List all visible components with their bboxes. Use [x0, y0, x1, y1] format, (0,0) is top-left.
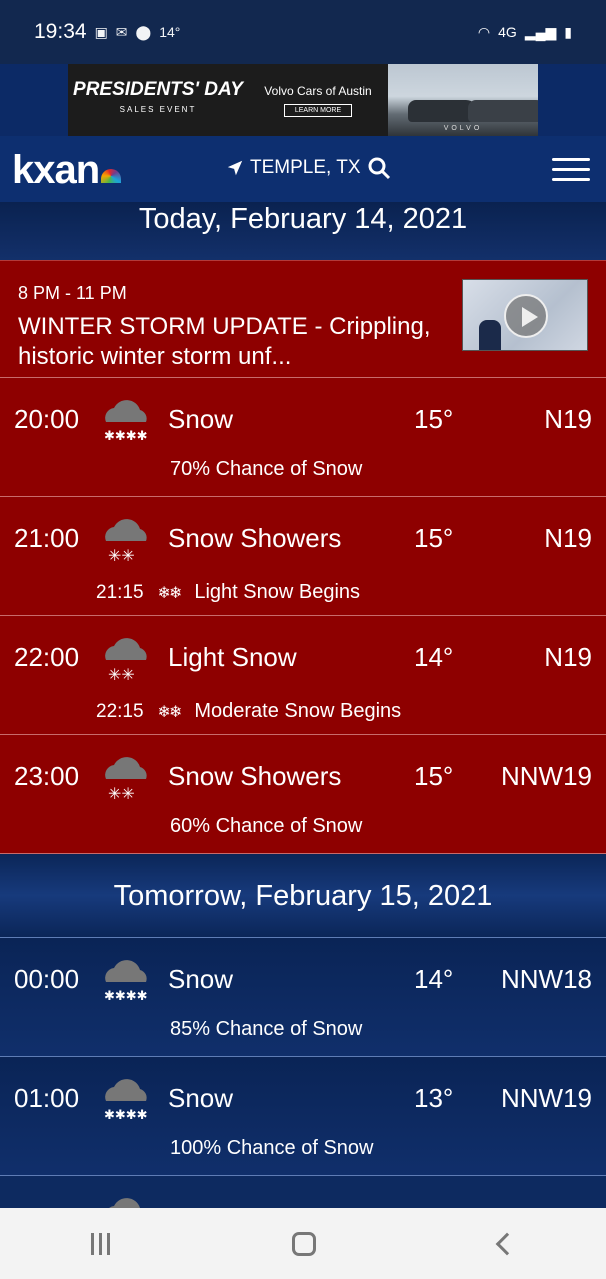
app-header: kxan TEMPLE, TX — [0, 136, 606, 202]
storm-update-card[interactable]: 8 PM - 11 PM WINTER STORM UPDATE - Cripp… — [0, 260, 606, 378]
status-bar: 19:34 ▣ ✉ ⬤ 14° ◠ 4G ▂▄▆ ▮ — [0, 0, 606, 64]
hour-precip-chance: 85% Chance of Snow — [170, 1018, 363, 1040]
battery-icon: ▮ — [564, 23, 572, 40]
status-time: 19:34 — [34, 20, 87, 43]
home-icon[interactable] — [292, 1231, 317, 1256]
event-time: 22:15 — [96, 700, 144, 722]
kxan-notification-icon: ▣ — [94, 23, 108, 40]
ad-advertiser-block: Volvo Cars of Austin LEARN MORE — [248, 84, 388, 117]
cloud-icon — [109, 1198, 140, 1208]
hour-temp: 13° — [414, 1083, 454, 1113]
ad-creative[interactable]: PRESIDENTS' DAY SALES EVENT Volvo Cars o… — [68, 64, 538, 136]
hour-row[interactable]: 01:00 ✱✱✱✱ Snow 13° NNW19 100% Chance of… — [0, 1057, 606, 1176]
day-header-tomorrow: Tomorrow, February 15, 2021 — [0, 854, 606, 938]
event-text: Moderate Snow Begins — [194, 700, 402, 722]
ad-car-image: VOLVO — [388, 64, 538, 136]
snow-icon: ✱✱✱✱ — [104, 960, 148, 1003]
hour-condition: Snow Showers — [168, 523, 342, 553]
hour-condition: Snow — [168, 964, 234, 994]
tomorrow-section: 00:00 ✱✱✱✱ Snow 14° NNW18 85% Chance of … — [0, 938, 606, 1208]
search-icon[interactable] — [367, 156, 391, 180]
hour-event: 21:15 ❄❄ Light Snow Begins — [96, 581, 360, 604]
hour-precip-chance: 100% Chance of Snow — [170, 1137, 374, 1159]
hour-wind: N19 — [544, 642, 592, 672]
hour-row[interactable]: 00:00 ✱✱✱✱ Snow 14° NNW18 85% Chance of … — [0, 938, 606, 1057]
hour-row[interactable]: 21:00 ✳✳ Snow Showers 15° N19 21:15 ❄❄ L… — [0, 497, 606, 616]
location-selector[interactable]: TEMPLE, TX — [226, 156, 391, 180]
hour-precip-chance: 70% Chance of Snow — [170, 458, 363, 480]
hour-event: 22:15 ❄❄ Moderate Snow Begins — [96, 700, 401, 723]
hour-condition: Snow — [168, 1083, 234, 1113]
location-label: TEMPLE, TX — [250, 157, 361, 178]
hour-row[interactable]: 20:00 ✱✱✱✱ Snow 15° N19 70% Chance of Sn… — [0, 378, 606, 497]
location-icon: ⬤ — [135, 23, 152, 40]
hour-wind: N19 — [544, 404, 592, 434]
ad-learn-more-button[interactable]: LEARN MORE — [283, 103, 353, 117]
hourly-forecast-list[interactable]: Today, February 14, 2021 8 PM - 11 PM WI… — [0, 202, 606, 1208]
hour-condition: Snow Showers — [168, 761, 342, 791]
wifi-icon: ◠ — [477, 23, 491, 40]
status-temp: 14° — [159, 24, 181, 40]
hour-temp: 14° — [414, 964, 454, 994]
hour-time: 00:00 — [14, 964, 80, 994]
event-time: 21:15 — [96, 581, 144, 603]
navigation-arrow-icon — [227, 160, 243, 176]
video-thumbnail[interactable] — [462, 279, 588, 351]
snow-icon: ✱✱✱✱ — [104, 400, 148, 443]
svg-text:✳✳: ✳✳ — [108, 786, 135, 803]
kxan-logo[interactable]: kxan — [12, 148, 122, 193]
ad-headline: PRESIDENTS' DAY SALES EVENT — [68, 80, 248, 120]
svg-text:✱✱✱✱: ✱✱✱✱ — [104, 1107, 148, 1122]
ad-subline: SALES EVENT — [119, 105, 197, 114]
ad-brand: VOLVO — [443, 125, 483, 132]
hour-temp: 15° — [414, 523, 454, 553]
hour-temp: 14° — [414, 642, 454, 672]
svg-text:✳✳: ✳✳ — [108, 548, 135, 565]
hour-wind: NNW19 — [500, 761, 592, 791]
hour-time: 21:00 — [14, 523, 80, 553]
hour-condition: Light Snow — [168, 642, 297, 672]
event-text: Light Snow Begins — [194, 581, 361, 603]
snow-showers-icon: ✳✳ — [105, 519, 147, 565]
hour-condition: Snow — [168, 404, 234, 434]
gmail-icon: ✉ — [115, 23, 128, 40]
snow-icon: ✱✱✱✱ — [104, 1079, 148, 1122]
recent-apps-icon[interactable] — [91, 1232, 111, 1255]
hour-time: 23:00 — [14, 761, 80, 791]
hour-row[interactable]: 23:00 ✳✳ Snow Showers 15° NNW19 60% Chan… — [0, 735, 606, 854]
light-snow-icon: ✳✳ — [105, 638, 147, 684]
network-label: 4G — [498, 24, 517, 40]
hour-time: 22:00 — [14, 642, 80, 672]
hamburger-menu-icon[interactable] — [552, 158, 590, 188]
snowflake-icon: ❄❄ — [157, 584, 183, 602]
hour-time: 20:00 — [14, 404, 80, 434]
ad-advertiser: Volvo Cars of Austin — [264, 83, 372, 98]
nbc-peacock-icon — [101, 169, 122, 183]
hour-row[interactable]: 22:00 ✳✳ Light Snow 14° N19 22:15 ❄❄ Mod… — [0, 616, 606, 735]
signal-icon: ▂▄▆ — [524, 23, 557, 40]
day-header-today: Today, February 14, 2021 — [0, 202, 606, 260]
hour-temp: 15° — [414, 761, 454, 791]
hour-temp: 15° — [414, 404, 454, 434]
alert-section: 8 PM - 11 PM WINTER STORM UPDATE - Cripp… — [0, 260, 606, 854]
hour-time: 01:00 — [14, 1083, 80, 1113]
hour-wind: N19 — [544, 523, 592, 553]
snow-showers-icon: ✳✳ — [105, 757, 147, 803]
ad-banner[interactable]: PRESIDENTS' DAY SALES EVENT Volvo Cars o… — [0, 64, 606, 136]
svg-text:✱✱✱✱: ✱✱✱✱ — [104, 988, 148, 1003]
play-icon[interactable] — [504, 294, 548, 338]
storm-headline: WINTER STORM UPDATE - Crippling, histori… — [18, 313, 431, 370]
back-icon[interactable] — [495, 1232, 519, 1255]
hour-wind: NNW19 — [500, 1083, 592, 1113]
hour-wind: NNW18 — [500, 964, 592, 994]
system-nav-bar — [0, 1208, 606, 1279]
snowflake-icon: ❄❄ — [157, 703, 183, 721]
hour-row-partial[interactable] — [0, 1176, 606, 1208]
svg-text:✳✳: ✳✳ — [108, 667, 135, 684]
hour-precip-chance: 60% Chance of Snow — [170, 815, 363, 837]
svg-text:✱✱✱✱: ✱✱✱✱ — [104, 428, 148, 443]
